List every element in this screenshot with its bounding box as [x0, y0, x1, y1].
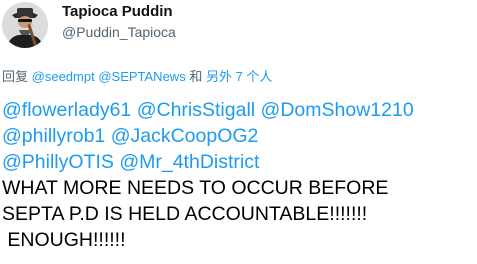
- mention-link[interactable]: @Mr_4thDistrict: [119, 151, 259, 173]
- tweet-text-line: SEPTA P.D IS HELD ACCOUNTABLE!!!!!!!: [2, 203, 368, 225]
- mention-link[interactable]: @ChrisStigall: [137, 99, 255, 121]
- reply-mention-septanews[interactable]: @SEPTANews: [98, 69, 185, 84]
- mention-line-1: @flowerlady61 @ChrisStigall @DomShow1210: [2, 97, 472, 123]
- reply-and: 和: [189, 69, 203, 84]
- mention-link[interactable]: @DomShow1210: [261, 99, 414, 121]
- tweet-text-line: WHAT MORE NEEDS TO OCCUR BEFORE: [2, 177, 389, 199]
- tweet: Tapioca Puddin @Puddin_Tapioca 回复 @seedm…: [0, 0, 477, 264]
- mention-line-2: @phillyrob1 @JackCoopOG2: [2, 123, 472, 149]
- avatar[interactable]: [2, 2, 48, 48]
- bearded-man-avatar-icon: [2, 2, 48, 48]
- mention-link[interactable]: @flowerlady61: [2, 99, 131, 121]
- mention-line-3: @PhillyOTIS @Mr_4thDistrict: [2, 149, 472, 175]
- mention-link[interactable]: @phillyrob1: [2, 125, 105, 147]
- reply-prefix: 回复: [2, 69, 29, 84]
- reply-others-link[interactable]: 另外 7 个人: [206, 69, 272, 84]
- mention-link[interactable]: @JackCoopOG2: [111, 125, 259, 147]
- reply-mention-seedmpt[interactable]: @seedmpt: [32, 69, 95, 84]
- tweet-header: Tapioca Puddin @Puddin_Tapioca: [0, 0, 477, 50]
- reply-context: 回复 @seedmpt @SEPTANews 和 另外 7 个人: [2, 66, 272, 85]
- author-display-name[interactable]: Tapioca Puddin: [62, 3, 173, 20]
- tweet-body: @flowerlady61 @ChrisStigall @DomShow1210…: [2, 97, 472, 253]
- mention-link[interactable]: @PhillyOTIS: [2, 151, 114, 173]
- tweet-text-line: ENOUGH!!!!!!: [2, 229, 126, 251]
- author-handle[interactable]: @Puddin_Tapioca: [62, 24, 176, 40]
